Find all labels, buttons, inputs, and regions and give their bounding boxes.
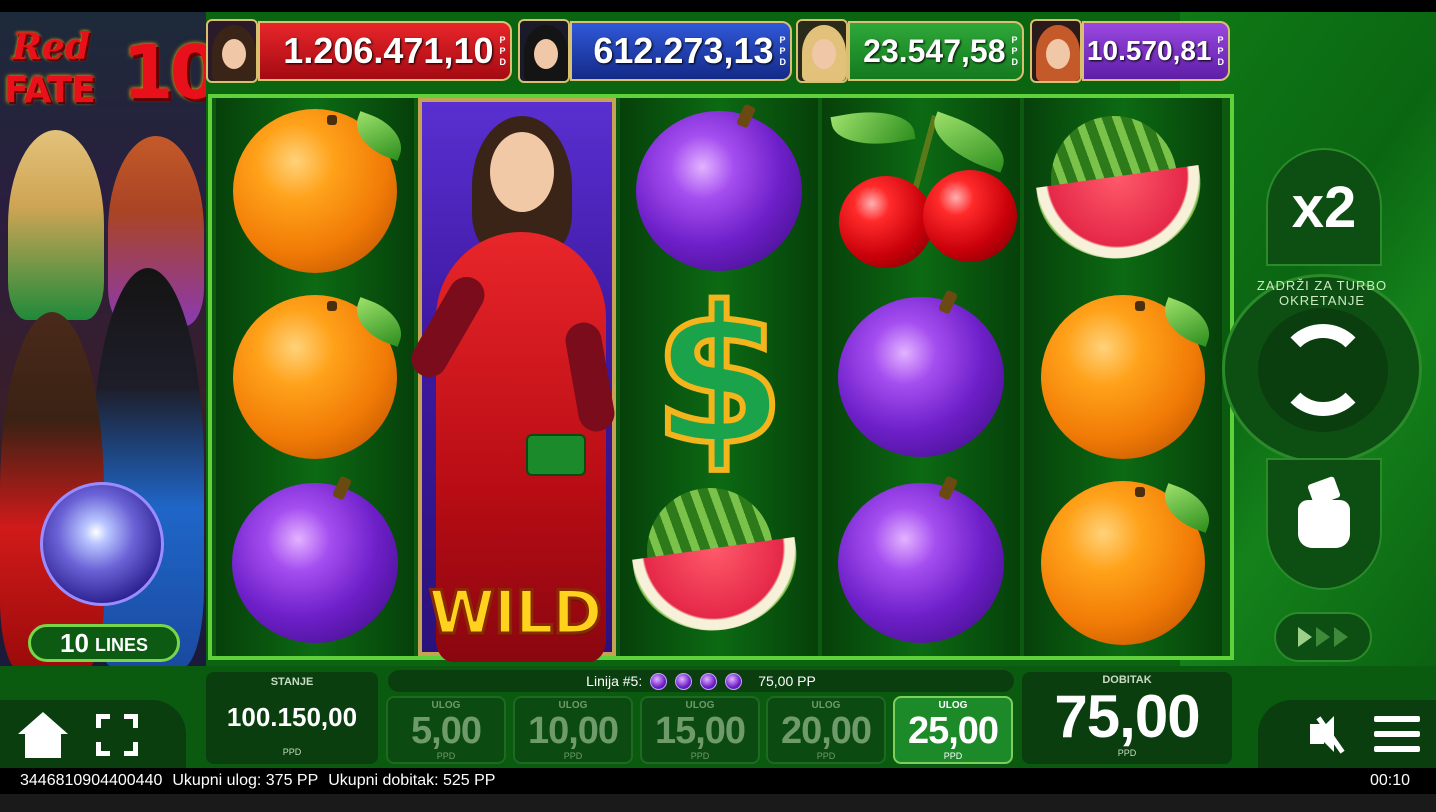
home-icon[interactable] [18, 712, 68, 758]
bet-option[interactable]: ULOG 10,00 PPD [513, 696, 633, 764]
bet-value: 25,00 [907, 710, 999, 752]
menu-icon[interactable] [1374, 714, 1420, 754]
jackpot-value-box: 612.273,13 PPD [570, 21, 792, 81]
plum-mini-icon [675, 672, 693, 690]
bet-option[interactable]: ULOG 5,00 PPD [386, 696, 506, 764]
bet-value: 5,00 [411, 710, 482, 752]
dollar-symbol: $ [650, 266, 788, 487]
reels-area: WILD $ [208, 94, 1234, 662]
jackpot-value: 612.273,13 [593, 30, 774, 71]
jackpot-currency: PPD [779, 34, 787, 67]
reel-3: $ [620, 98, 818, 656]
orange-symbol [216, 98, 414, 284]
jackpot-purple: 10.570,81 PPD [1030, 19, 1230, 83]
lines-badge: 10 LINES [28, 624, 180, 662]
wild-symbol [404, 98, 618, 662]
sound-mute-icon[interactable] [1306, 714, 1352, 754]
crystal-ball-icon [40, 482, 164, 606]
bet-value: 15,00 [654, 710, 746, 752]
plum-mini-icon [700, 672, 718, 690]
lines-count: 10 [60, 627, 89, 658]
logo-red-text: Red [12, 26, 90, 68]
win-value: 75,00 [1054, 683, 1200, 750]
logo-number: 10 [122, 30, 206, 116]
jackpot-value: 1.206.471,10 [283, 30, 494, 71]
jackpot-currency: PPD [499, 34, 507, 67]
jackpot-value: 23.547,58 [863, 32, 1006, 69]
autoplay-button[interactable] [1266, 458, 1382, 590]
jackpot-value-box: 23.547,58 PPD [848, 21, 1024, 81]
cherry-symbol [822, 98, 1020, 284]
lady-blonde-art [8, 130, 104, 320]
reel-5 [1024, 98, 1222, 656]
orange-symbol [1024, 284, 1222, 470]
plum-symbol [216, 470, 414, 656]
jackpot-value: 10.570,81 [1086, 35, 1212, 66]
clock: 00:10 [1369, 772, 1410, 789]
plum-symbol [620, 98, 818, 284]
orange-symbol [216, 284, 414, 470]
line-win-info: Linija #5: 75,00 PP [388, 670, 1014, 692]
turbo-hint: ZADRŽI ZA TURBO OKRETANJE [1256, 278, 1388, 308]
handbag-icon [526, 434, 586, 476]
plum-symbol [822, 284, 1020, 470]
total-win: Ukupni dobitak: 525 PP [328, 772, 496, 789]
lines-label: LINES [94, 634, 148, 655]
logo-fate-text: FATE [4, 70, 96, 111]
play-icon [1316, 627, 1330, 647]
bet-option[interactable]: ULOG 15,00 PPD [640, 696, 760, 764]
balance-label: STANJE [270, 676, 314, 688]
line-label: Linija #5: [586, 673, 643, 689]
refresh-icon [1277, 324, 1369, 416]
balance-value: 100.150,00 [226, 702, 358, 732]
balance-panel: STANJE 100.150,00 PPD [206, 672, 378, 764]
jackpot-avatar-icon [518, 19, 570, 83]
watermelon-symbol [1024, 98, 1222, 284]
reel-4 [822, 98, 1020, 656]
win-panel: DOBITAK 75,00 PPD [1022, 672, 1232, 764]
bet-option[interactable]: ULOG 20,00 PPD [766, 696, 886, 764]
speed-toggle[interactable] [1274, 612, 1372, 662]
jackpot-green: 23.547,58 PPD [796, 19, 1024, 83]
multiplier-button[interactable]: x2 [1266, 148, 1382, 266]
bet-value: 10,00 [527, 710, 619, 752]
reel-1 [216, 98, 414, 656]
jackpot-value-box: 10.570,81 PPD [1082, 21, 1230, 81]
reel-2: WILD [404, 98, 618, 662]
jackpot-value-box: 1.206.471,10 PPD [258, 21, 512, 81]
bet-value: 20,00 [780, 710, 872, 752]
jackpot-avatar-icon [206, 19, 258, 83]
jackpot-avatar-icon [796, 19, 848, 83]
total-bet: Ukupni ulog: 375 PP [172, 772, 319, 789]
balance-currency: PPD [282, 747, 302, 757]
game-screen: Red FATE 10 10 LINES 1.206.471,10 PPD 61… [0, 0, 1436, 812]
hand-money-icon [1298, 500, 1350, 548]
bet-option-selected[interactable]: ULOG 25,00 PPD [893, 696, 1013, 764]
plum-symbol [822, 470, 1020, 656]
wild-label: WILD [427, 577, 604, 650]
jackpot-avatar-icon [1030, 19, 1082, 83]
footer-bar: 3446810904400440 Ukupni ulog: 375 PP Uku… [0, 768, 1436, 794]
jackpot-currency: PPD [1217, 34, 1225, 67]
jackpot-blue: 612.273,13 PPD [518, 19, 792, 83]
top-strip [0, 0, 1436, 12]
plum-mini-icon [650, 672, 668, 690]
jackpot-red: 1.206.471,10 PPD [206, 19, 512, 83]
play-icon [1334, 627, 1348, 647]
fullscreen-icon[interactable] [96, 714, 138, 756]
line-amount: 75,00 PP [758, 673, 816, 689]
spin-button[interactable] [1258, 308, 1388, 432]
wild-lady-face [490, 132, 554, 212]
jackpot-currency: PPD [1011, 34, 1019, 67]
play-icon [1298, 627, 1312, 647]
round-id: 3446810904400440 [20, 772, 163, 789]
orange-symbol [1024, 470, 1222, 656]
watermelon-symbol [620, 470, 818, 656]
plum-mini-icon [725, 672, 743, 690]
lady-black-hair-art [92, 268, 204, 666]
